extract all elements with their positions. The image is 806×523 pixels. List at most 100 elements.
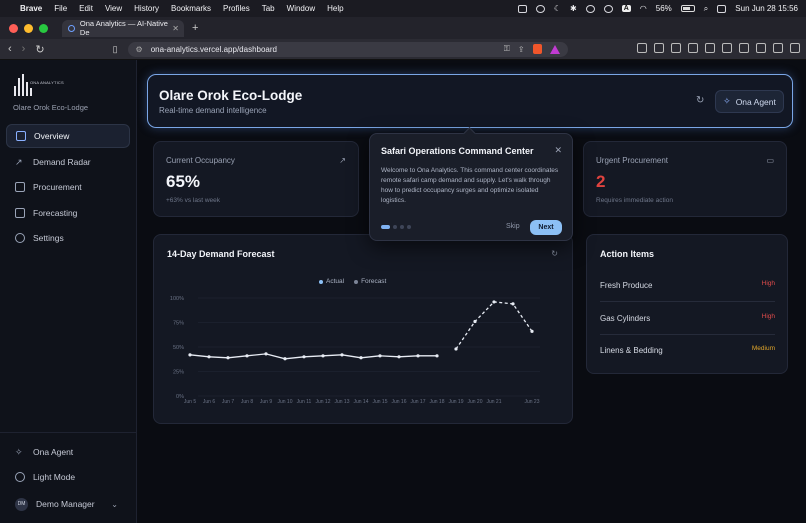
brave-shields-icon[interactable] — [532, 44, 542, 54]
vpn-icon[interactable] — [773, 43, 783, 53]
close-window-button[interactable] — [9, 23, 18, 33]
key-icon[interactable]: ⚿ — [504, 44, 510, 54]
menu-edit[interactable]: Edit — [79, 4, 93, 13]
status-gamepad-icon[interactable] — [535, 4, 545, 13]
action-item-fresh-produce[interactable]: Fresh Produce High — [600, 270, 775, 302]
control-center-icon[interactable] — [717, 4, 727, 13]
action-items-card: Action Items Fresh Produce High Gas Cyli… — [586, 234, 788, 374]
brave-rewards-icon[interactable] — [549, 44, 560, 54]
sidebar-item-forecasting[interactable]: Forecasting — [6, 201, 130, 225]
action-item-name: Linens & Bedding — [600, 346, 663, 355]
ona-agent-button[interactable]: ✧ Ona Agent — [715, 90, 784, 113]
main-content: Olare Orok Eco-Lodge Real-time demand in… — [137, 60, 806, 523]
data-point — [359, 356, 363, 360]
browser-tab[interactable]: Ona Analytics — AI-Native De ✕ — [62, 19, 184, 37]
sidebar-ona-agent[interactable]: ✧ Ona Agent — [6, 440, 130, 464]
x-tick-label: Jun 17 — [410, 399, 425, 405]
x-tick-label: Jun 15 — [372, 399, 387, 405]
menu-tab[interactable]: Tab — [262, 4, 275, 13]
skip-button[interactable]: Skip — [506, 223, 520, 230]
status-play-icon[interactable] — [585, 4, 595, 13]
popover-arrow — [463, 127, 476, 140]
data-point — [188, 353, 192, 357]
status-bluetooth-icon[interactable]: ✱ — [570, 4, 577, 13]
spotlight-icon[interactable]: ⌕ — [704, 4, 708, 14]
status-lock-icon[interactable] — [517, 4, 527, 13]
user-menu[interactable]: DM Demo Manager ⌄ — [6, 492, 130, 516]
bookmark-icon[interactable]: ▯ — [113, 44, 118, 55]
zoom-window-button[interactable] — [39, 23, 48, 33]
next-button[interactable]: Next — [530, 220, 562, 235]
wifi-icon[interactable]: ◠ — [640, 4, 647, 13]
status-cloud-icon[interactable] — [603, 4, 613, 13]
priority-badge: High — [761, 280, 775, 287]
x-tick-label: Jun 11 — [297, 399, 312, 405]
menu-bookmarks[interactable]: Bookmarks — [171, 4, 211, 13]
action-item-name: Fresh Produce — [600, 281, 653, 290]
close-icon[interactable]: ✕ — [554, 145, 562, 156]
sidebar-item-label: Settings — [33, 233, 64, 243]
onboarding-tour-popover: Safari Operations Command Center ✕ Welco… — [369, 127, 573, 241]
extension-4-icon[interactable] — [705, 43, 715, 53]
sidebar-item-overview[interactable]: Overview — [6, 124, 130, 148]
logo-text: ONA ANALYTICS — [30, 80, 64, 85]
reload-icon[interactable]: ↻ — [35, 43, 44, 56]
browser-menu-icon[interactable] — [790, 43, 800, 53]
sidebar-toggle-icon[interactable] — [722, 43, 732, 53]
sidebar-light-mode[interactable]: Light Mode — [6, 465, 130, 489]
occupancy-change: +63% vs last week — [166, 197, 221, 204]
browser-tabbar: Ona Analytics — AI-Native De ✕ + — [0, 17, 806, 39]
x-tick-label: Jun 8 — [241, 399, 253, 405]
data-point — [435, 354, 439, 358]
menu-app[interactable]: Brave — [20, 4, 42, 13]
gear-icon — [15, 233, 25, 243]
extensions-puzzle-icon[interactable] — [688, 43, 698, 53]
extension-1-icon[interactable] — [637, 43, 647, 53]
calendar-icon — [15, 208, 25, 218]
menu-help[interactable]: Help — [327, 4, 343, 13]
sidebar-item-label: Demand Radar — [33, 157, 91, 167]
x-tick-label: Jun 21 — [486, 399, 501, 405]
x-tick-label: Jun 20 — [467, 399, 482, 405]
refresh-icon[interactable]: ↻ — [696, 95, 704, 106]
sidebar-item-settings[interactable]: Settings — [6, 226, 130, 250]
menu-history[interactable]: History — [134, 4, 159, 13]
menu-view[interactable]: View — [105, 4, 122, 13]
action-item-linens-bedding[interactable]: Linens & Bedding Medium — [600, 335, 775, 367]
data-point — [321, 354, 325, 358]
battery-icon[interactable] — [680, 5, 695, 12]
priority-badge: High — [761, 313, 775, 320]
input-source-badge[interactable]: A — [621, 5, 631, 12]
tab-close-icon[interactable]: ✕ — [172, 24, 179, 33]
y-tick-label: 50% — [173, 345, 184, 351]
extension-2-icon[interactable] — [654, 43, 664, 53]
url-text[interactable]: ona-analytics.vercel.app/dashboard — [151, 45, 277, 54]
trend-icon: ↗ — [15, 157, 23, 167]
datetime[interactable]: Sun Jun 28 15:56 — [735, 4, 798, 13]
address-bar[interactable]: ⚙ ona-analytics.vercel.app/dashboard ⚿ ⇪ — [127, 41, 568, 57]
data-point — [283, 357, 287, 361]
wallet-icon[interactable] — [739, 43, 749, 53]
progress-dot — [407, 225, 411, 229]
leo-ai-icon[interactable] — [756, 43, 766, 53]
site-settings-icon[interactable]: ⚙ — [136, 45, 143, 54]
menu-file[interactable]: File — [54, 4, 67, 13]
y-tick-label: 25% — [173, 370, 184, 376]
x-tick-label: Jun 19 — [448, 399, 463, 405]
minimize-window-button[interactable] — [24, 23, 33, 33]
back-icon[interactable]: ‹ — [8, 43, 12, 56]
avatar: DM — [15, 497, 28, 511]
menu-profiles[interactable]: Profiles — [223, 4, 250, 13]
sidebar-item-demand-radar[interactable]: ↗ Demand Radar — [6, 150, 130, 174]
forward-icon[interactable]: › — [22, 43, 26, 56]
new-tab-plus-icon[interactable]: + — [192, 22, 198, 34]
share-icon[interactable]: ⇪ — [518, 45, 525, 54]
forecast-chart: 100%75%50%25%0%Jun 5 Jun 6 Jun 7 Jun 8 Jun 9… — [170, 296, 540, 405]
moon-icon[interactable]: ☾ — [554, 4, 561, 13]
menu-window[interactable]: Window — [287, 4, 315, 13]
sidebar-item-label: Ona Agent — [33, 447, 74, 457]
action-item-gas-cylinders[interactable]: Gas Cylinders High — [600, 303, 775, 335]
ona-agent-label: Ona Agent — [735, 96, 776, 107]
sidebar-item-procurement[interactable]: Procurement — [6, 175, 130, 199]
extension-3-icon[interactable] — [671, 43, 681, 53]
